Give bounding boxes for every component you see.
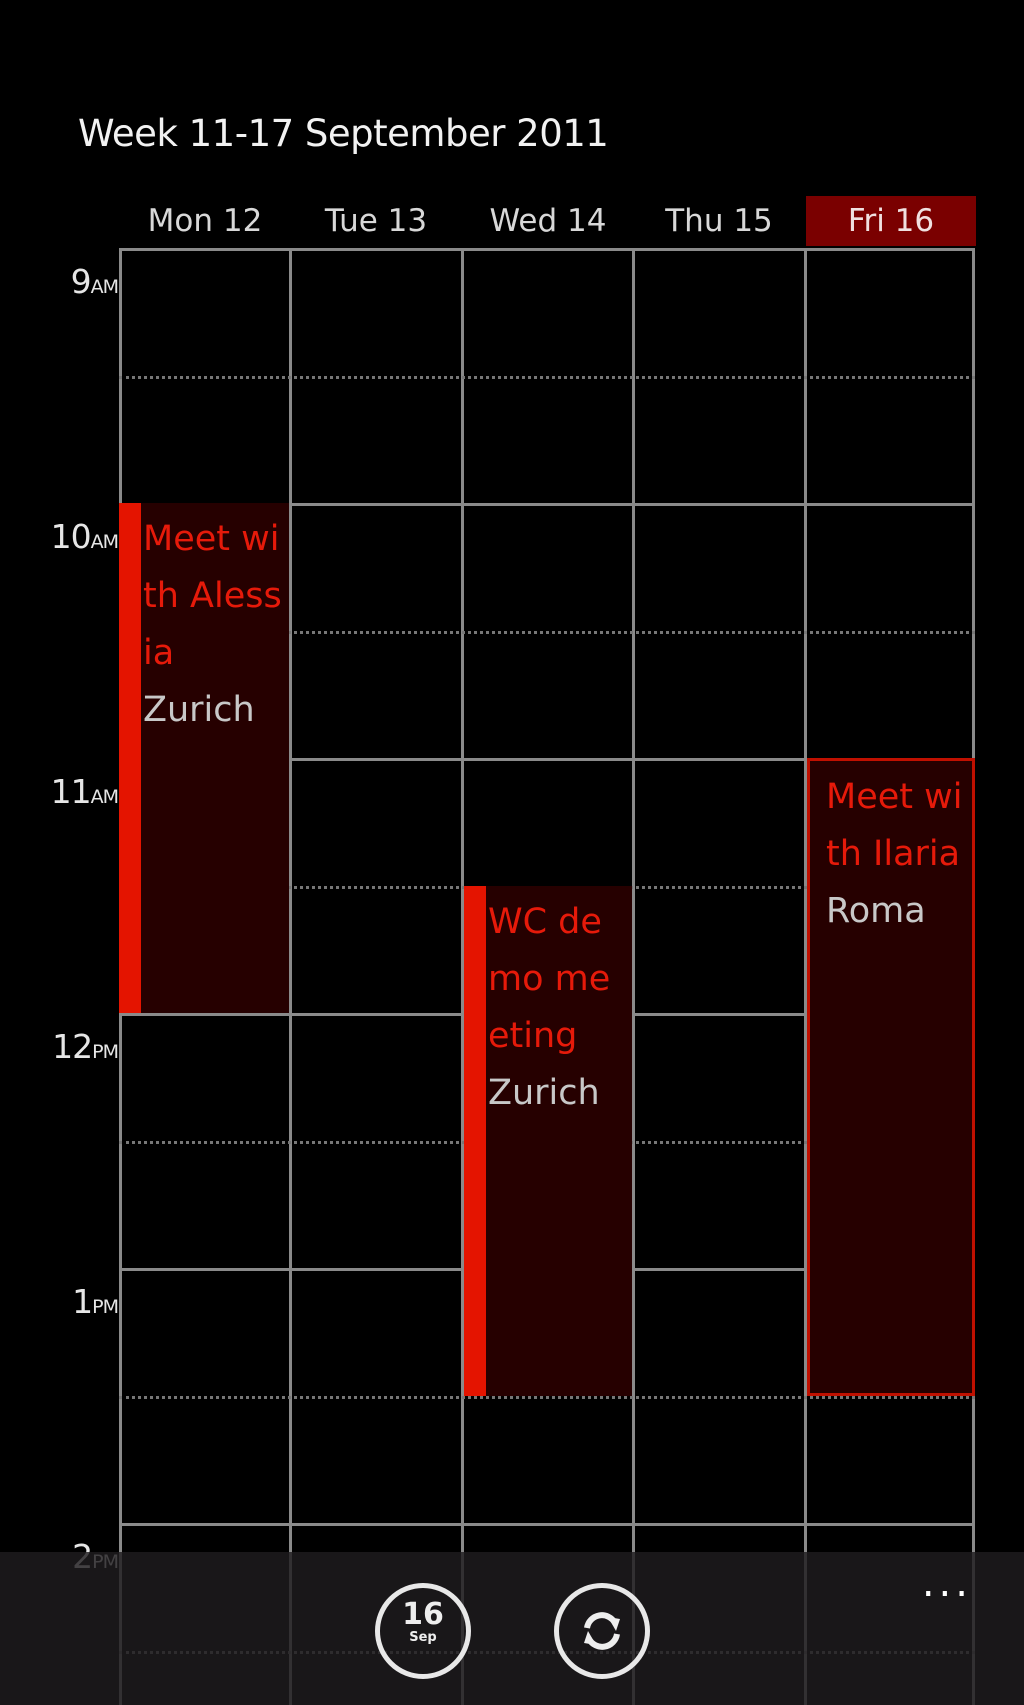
grid-half-hour-line bbox=[119, 1396, 975, 1399]
day-header-thu[interactable]: Thu 15 bbox=[634, 196, 804, 246]
grid-column-line bbox=[632, 248, 635, 1705]
hour-label-11am: 11AM bbox=[50, 772, 119, 811]
hour-label-9am: 9AM bbox=[70, 262, 119, 301]
event-meet-ilaria[interactable]: Meet with Ilaria Roma bbox=[807, 758, 975, 1396]
hour-label-1pm: 1PM bbox=[72, 1282, 119, 1321]
grid-hour-line bbox=[119, 248, 975, 251]
event-accent-bar bbox=[464, 886, 486, 1396]
event-meet-alessia[interactable]: Meet with Alessia Zurich bbox=[119, 503, 289, 1013]
event-title: Meet with Alessia bbox=[143, 519, 282, 673]
app-bar bbox=[0, 1552, 1024, 1705]
event-accent-bar bbox=[119, 503, 141, 1013]
event-title: WC demo meeting bbox=[488, 902, 611, 1056]
today-month: Sep bbox=[409, 1630, 437, 1645]
grid-hour-line bbox=[119, 1523, 975, 1526]
hour-label-10am: 10AM bbox=[50, 517, 119, 556]
day-header-fri-today[interactable]: Fri 16 bbox=[806, 196, 976, 246]
event-title: Meet with Ilaria bbox=[826, 777, 963, 874]
event-location: Roma bbox=[826, 891, 926, 931]
more-options-button[interactable]: ... bbox=[922, 1563, 972, 1608]
week-title: Week 11-17 September 2011 bbox=[78, 112, 609, 155]
hour-label-12pm: 12PM bbox=[52, 1027, 119, 1066]
sync-icon bbox=[584, 1612, 620, 1650]
grid-half-hour-line bbox=[119, 376, 975, 379]
week-grid[interactable]: Meet with Alessia Zurich WC demo meeting… bbox=[119, 248, 975, 1705]
event-location: Zurich bbox=[143, 690, 255, 730]
day-header-tue[interactable]: Tue 13 bbox=[291, 196, 461, 246]
grid-column-line bbox=[289, 248, 292, 1705]
event-location: Zurich bbox=[488, 1073, 600, 1113]
today-day-number: 16 bbox=[402, 1597, 444, 1632]
day-header-wed[interactable]: Wed 14 bbox=[463, 196, 633, 246]
go-to-today-button[interactable]: 16 Sep bbox=[375, 1583, 471, 1679]
event-wc-demo-meeting[interactable]: WC demo meeting Zurich bbox=[464, 886, 632, 1396]
sync-button[interactable] bbox=[554, 1583, 650, 1679]
day-header-mon[interactable]: Mon 12 bbox=[120, 196, 290, 246]
